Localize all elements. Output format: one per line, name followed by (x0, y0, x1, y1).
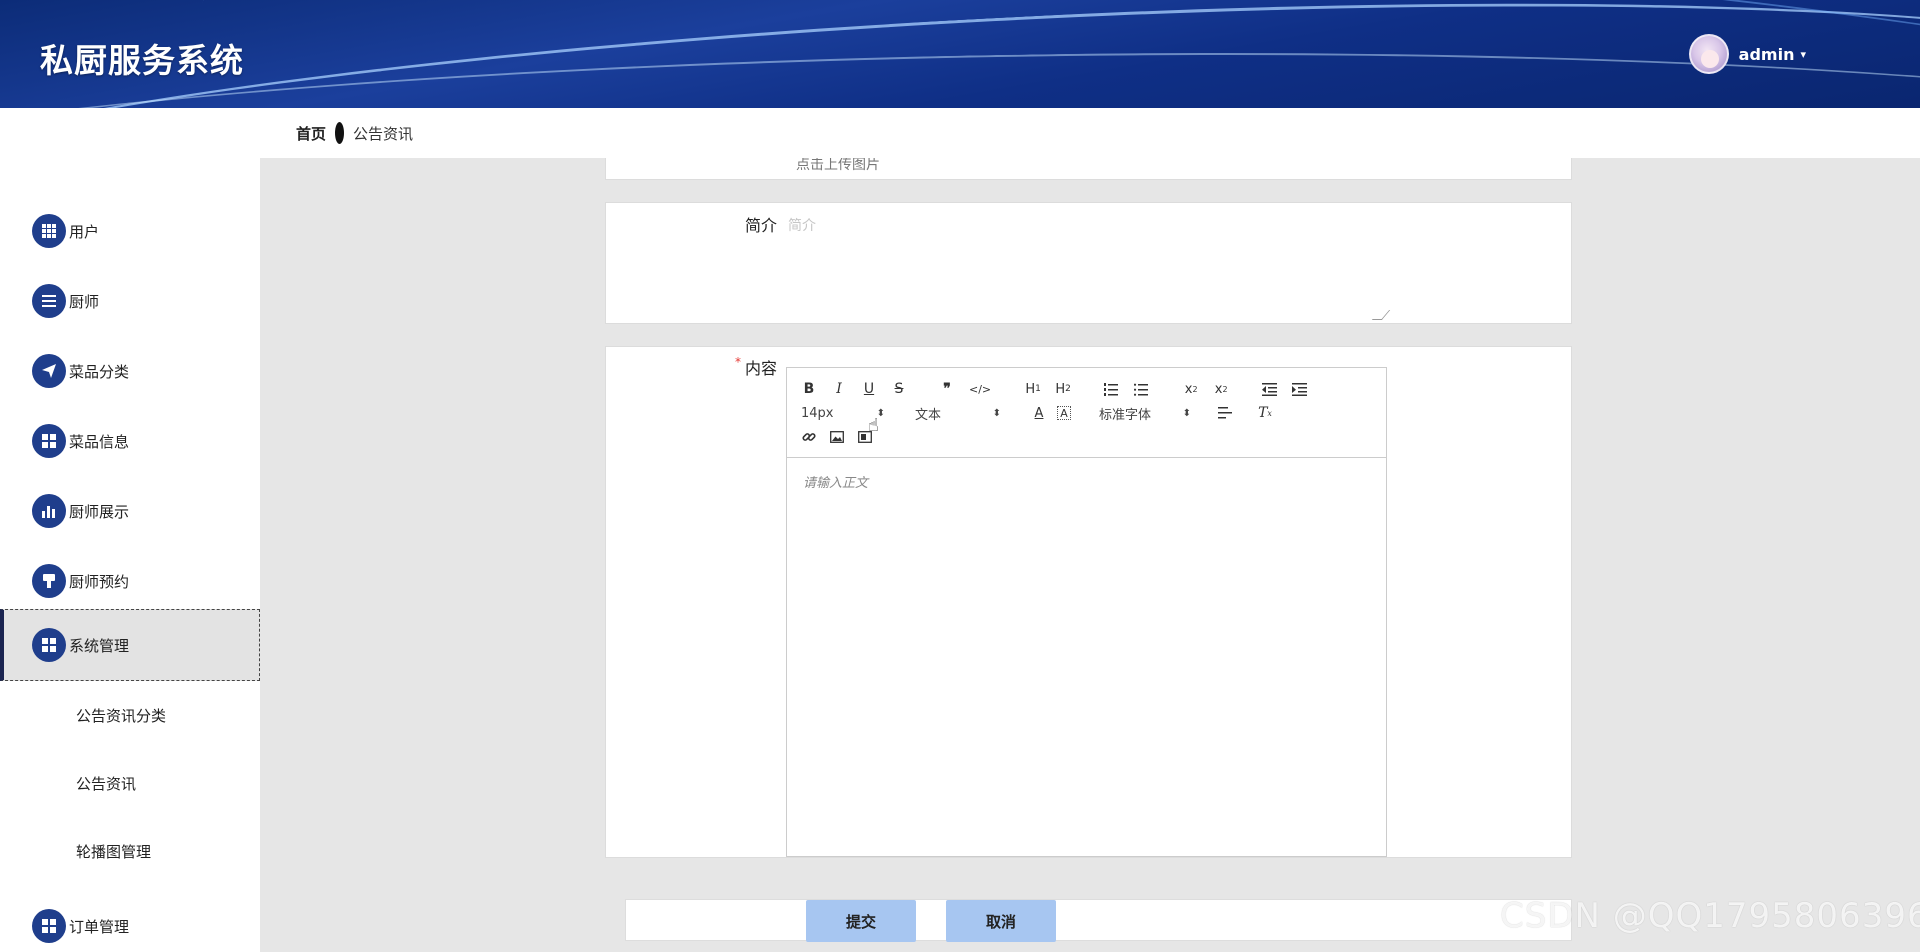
text-color-icon[interactable]: A (1031, 403, 1047, 423)
upload-hint[interactable]: 点击上传图片 (796, 158, 880, 174)
bar-chart-icon (32, 494, 66, 528)
apps-icon (32, 909, 66, 943)
sidebar-item-label: 用户 (69, 222, 100, 241)
sidebar-item-label: 厨师 (69, 292, 100, 311)
user-menu[interactable]: admin ▾ (1688, 34, 1806, 74)
subscript-icon[interactable]: x2 (1183, 379, 1199, 399)
bold-icon[interactable]: B (801, 379, 817, 399)
image-icon[interactable] (829, 427, 845, 447)
font-size-value: 14px (801, 405, 834, 421)
sidebar-subitem-carousel[interactable]: 轮播图管理 (0, 831, 260, 871)
sidebar-item-system-management[interactable]: 系统管理 (0, 609, 260, 681)
image-upload-card: 点击上传图片 (605, 158, 1572, 180)
sidebar-subitem-notice-category[interactable]: 公告资讯分类 (0, 695, 260, 735)
text-type-value: 文本 (915, 407, 942, 423)
intro-label: 简介 (744, 216, 777, 235)
sidebar-item-chef-showcase[interactable]: 厨师展示 (0, 483, 260, 539)
underline-icon[interactable]: U (861, 379, 877, 399)
sidebar-item-label: 订单管理 (69, 917, 130, 936)
font-family-select[interactable]: 标准字体 ⬍ (1099, 403, 1191, 423)
intro-field-card: 简介 (605, 202, 1572, 324)
breadcrumb-current: 公告资讯 (353, 124, 414, 143)
background-color-icon[interactable]: A (1057, 406, 1071, 420)
rich-text-editor: B I U S ❞ </> H1 H2 x2 x2 14px ⬍ 文本 ⬍ A … (786, 367, 1387, 857)
bullet-list-icon[interactable] (1133, 379, 1149, 399)
sidebar-item-dish-category[interactable]: 菜品分类 (0, 343, 260, 399)
sidebar-item-label: 菜品分类 (69, 362, 130, 381)
outdent-icon[interactable] (1261, 379, 1277, 399)
grid-icon (32, 214, 66, 248)
sidebar: 用户 厨师 菜品分类 菜品信息 厨师展示 厨师预约 系统管理 公告资讯分类 公告… (0, 108, 260, 952)
font-family-value: 标准字体 (1099, 407, 1152, 423)
align-left-icon[interactable] (1217, 403, 1233, 423)
app-header: 私厨服务系统 admin ▾ (0, 0, 1920, 108)
breadcrumb: 首页 公告资讯 (260, 108, 1920, 158)
heading2-icon[interactable]: H2 (1055, 379, 1071, 399)
list-icon (32, 284, 66, 318)
sidebar-item-label: 厨师预约 (69, 572, 130, 591)
cancel-button[interactable]: 取消 (946, 900, 1056, 942)
editor-toolbar: B I U S ❞ </> H1 H2 x2 x2 14px ⬍ 文本 ⬍ A … (787, 368, 1386, 458)
code-block-icon[interactable]: </> (969, 379, 991, 399)
intro-textarea[interactable] (786, 209, 1386, 321)
apps-icon (32, 628, 66, 662)
breadcrumb-home[interactable]: 首页 (296, 123, 326, 144)
sidebar-item-dish-info[interactable]: 菜品信息 (0, 413, 260, 469)
strikethrough-icon[interactable]: S (891, 379, 907, 399)
avatar[interactable] (1688, 34, 1729, 74)
brush-icon (32, 564, 66, 598)
blockquote-icon[interactable]: ❞ (939, 379, 955, 399)
send-icon (32, 354, 66, 388)
text-type-select[interactable]: 文本 ⬍ (915, 403, 1001, 423)
editor-placeholder: 请输入正文 (803, 476, 869, 491)
required-mark: * (734, 355, 741, 369)
sidebar-item-chef-booking[interactable]: 厨师预约 (0, 553, 260, 609)
breadcrumb-separator-icon (335, 122, 345, 144)
app-title: 私厨服务系统 (40, 41, 244, 80)
sidebar-item-order-management[interactable]: 订单管理 (0, 898, 260, 952)
superscript-icon[interactable]: x2 (1213, 379, 1229, 399)
content-field-card: * 内容 B I U S ❞ </> H1 H2 x2 x2 14px ⬍ 文本… (605, 346, 1572, 858)
content-label: * 内容 (735, 355, 777, 379)
ordered-list-icon[interactable] (1103, 379, 1119, 399)
watermark: CSDN @QQ1795806396 (1500, 896, 1920, 936)
form-actions: 提交 取消 (625, 899, 1572, 942)
apps-icon (32, 424, 66, 458)
sidebar-item-users[interactable]: 用户 (0, 203, 260, 259)
username[interactable]: admin (1739, 45, 1795, 64)
editor-content-area[interactable]: 请输入正文 (787, 459, 1386, 857)
sidebar-item-label: 菜品信息 (69, 432, 130, 451)
clear-format-icon[interactable]: Tx (1257, 403, 1273, 423)
italic-icon[interactable]: I (831, 379, 847, 399)
sidebar-item-chefs[interactable]: 厨师 (0, 273, 260, 329)
chevron-down-icon[interactable]: ▾ (1800, 48, 1806, 61)
content-label-text: 内容 (744, 359, 777, 378)
hand-cursor-icon: ☝ (868, 415, 879, 436)
updown-icon: ⬍ (1182, 407, 1191, 419)
updown-icon: ⬍ (992, 407, 1001, 419)
submit-button[interactable]: 提交 (806, 900, 916, 942)
heading1-icon[interactable]: H1 (1025, 379, 1041, 399)
sidebar-item-label: 系统管理 (69, 636, 130, 655)
sidebar-item-label: 厨师展示 (69, 502, 130, 521)
indent-icon[interactable] (1291, 379, 1307, 399)
sidebar-subitem-notices[interactable]: 公告资讯 (0, 763, 260, 803)
link-icon[interactable] (801, 427, 817, 447)
